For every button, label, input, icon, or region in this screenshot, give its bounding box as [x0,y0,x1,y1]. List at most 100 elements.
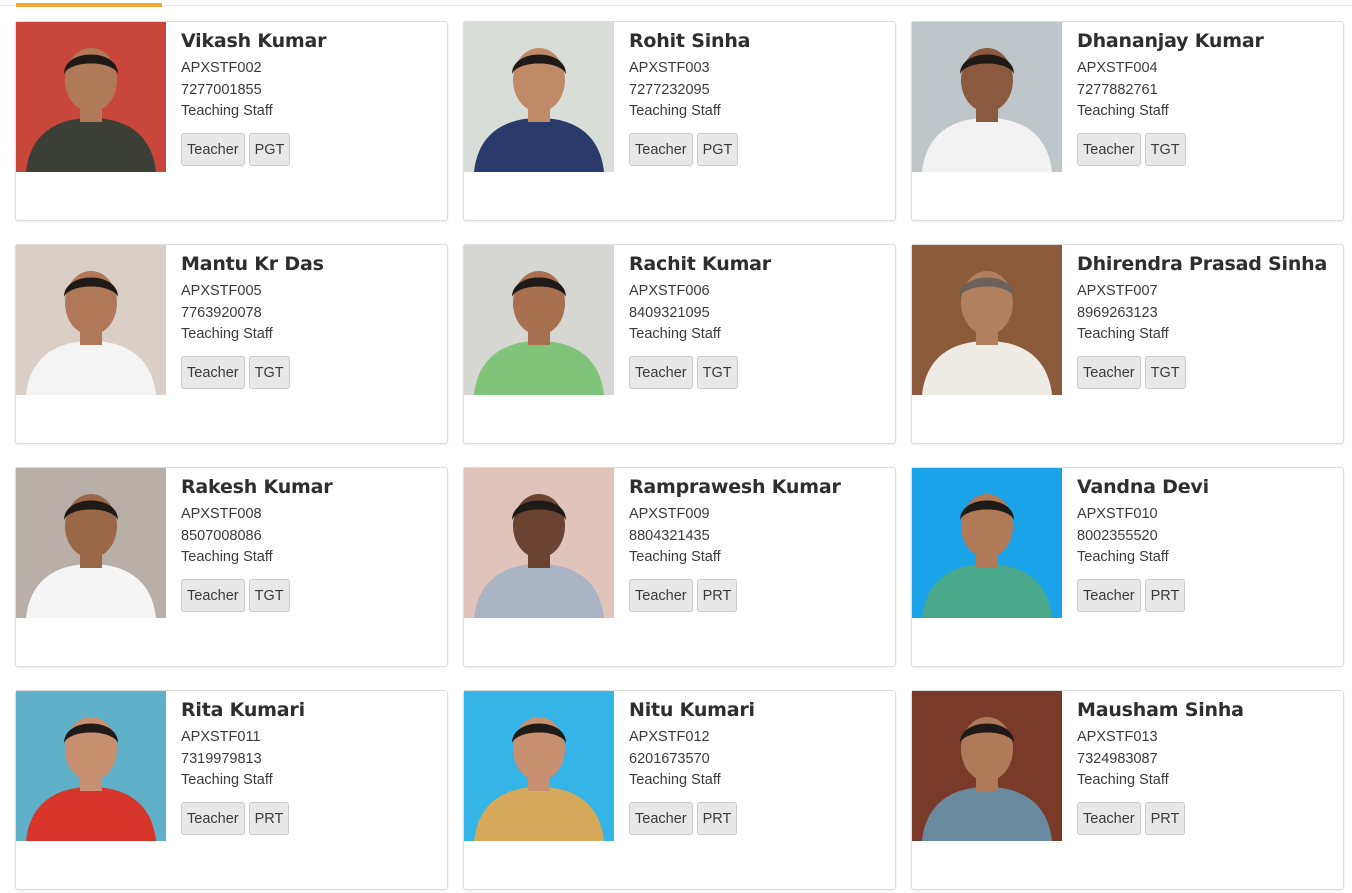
grade-badge: TGT [1144,132,1186,166]
staff-photo [464,691,614,841]
staff-phone: 7763920078 [181,304,262,321]
staff-id: APXSTF013 [1077,729,1158,745]
staff-info: Rohit Sinha APXSTF003 7277232095 Teachin… [629,28,887,166]
staff-info: Vandna Devi APXSTF010 8002355520 Teachin… [1077,474,1335,612]
staff-phone: 8507008086 [181,527,262,544]
staff-name[interactable]: Mantu Kr Das [181,251,439,277]
grade-badge: TGT [248,578,290,612]
staff-card[interactable]: Rita Kumari APXSTF011 7319979813 Teachin… [15,690,448,890]
staff-type: Teaching Staff [181,326,273,342]
staff-tags: Teacher TGT [181,578,439,612]
role-badge: Teacher [181,132,245,166]
staff-id: APXSTF005 [181,283,262,299]
staff-name[interactable]: Mausham Sinha [1077,697,1335,723]
staff-name[interactable]: Dhananjay Kumar [1077,28,1335,54]
staff-card[interactable]: Rachit Kumar APXSTF006 8409321095 Teachi… [463,244,896,444]
role-badge: Teacher [629,801,693,835]
staff-name[interactable]: Rakesh Kumar [181,474,439,500]
portrait-image [16,691,166,841]
role-badge: Teacher [1077,801,1141,835]
grade-badge: PRT [1144,578,1186,612]
role-badge: Teacher [629,132,693,166]
staff-info: Rakesh Kumar APXSTF008 8507008086 Teachi… [181,474,439,612]
staff-id: APXSTF007 [1077,283,1158,299]
staff-type: Teaching Staff [629,772,721,788]
staff-photo [464,22,614,172]
staff-type: Teaching Staff [181,549,273,565]
role-badge: Teacher [629,578,693,612]
staff-tags: Teacher PGT [181,132,439,166]
staff-tags: Teacher TGT [1077,355,1335,389]
staff-info: Dhananjay Kumar APXSTF004 7277882761 Tea… [1077,28,1335,166]
grade-badge: TGT [1144,355,1186,389]
staff-name[interactable]: Rohit Sinha [629,28,887,54]
staff-photo [912,22,1062,172]
staff-phone: 7277882761 [1077,81,1158,98]
staff-card[interactable]: Vikash Kumar APXSTF002 7277001855 Teachi… [15,21,448,221]
staff-type: Teaching Staff [181,103,273,119]
role-badge: Teacher [1077,132,1141,166]
staff-info: Dhirendra Prasad Sinha APXSTF007 8969263… [1077,251,1335,389]
staff-phone: 8409321095 [629,304,710,321]
staff-card[interactable]: Ramprawesh Kumar APXSTF009 8804321435 Te… [463,467,896,667]
active-tab-indicator [16,3,162,7]
staff-photo [464,468,614,618]
staff-id: APXSTF008 [181,506,262,522]
staff-tags: Teacher PRT [629,801,887,835]
staff-phone: 7319979813 [181,750,262,767]
staff-phone: 7324983087 [1077,750,1158,767]
grade-badge: PRT [248,801,290,835]
staff-photo [464,245,614,395]
staff-id: APXSTF002 [181,60,262,76]
staff-id: APXSTF004 [1077,60,1158,76]
staff-card[interactable]: Mantu Kr Das APXSTF005 7763920078 Teachi… [15,244,448,444]
staff-type: Teaching Staff [1077,326,1169,342]
staff-name[interactable]: Vikash Kumar [181,28,439,54]
staff-phone: 8804321435 [629,527,710,544]
grade-badge: PGT [696,132,739,166]
staff-card[interactable]: Nitu Kumari APXSTF012 6201673570 Teachin… [463,690,896,890]
role-badge: Teacher [1077,355,1141,389]
portrait-image [912,691,1062,841]
staff-tags: Teacher PRT [1077,578,1335,612]
staff-id: APXSTF012 [629,729,710,745]
staff-card[interactable]: Vandna Devi APXSTF010 8002355520 Teachin… [911,467,1344,667]
staff-info: Mantu Kr Das APXSTF005 7763920078 Teachi… [181,251,439,389]
staff-id: APXSTF003 [629,60,710,76]
role-badge: Teacher [181,355,245,389]
portrait-image [16,468,166,618]
portrait-image [464,691,614,841]
staff-id: APXSTF009 [629,506,710,522]
staff-card[interactable]: Rohit Sinha APXSTF003 7277232095 Teachin… [463,21,896,221]
staff-name[interactable]: Ramprawesh Kumar [629,474,887,500]
staff-phone: 7277232095 [629,81,710,98]
grade-badge: PRT [696,801,738,835]
staff-tags: Teacher PRT [181,801,439,835]
staff-name[interactable]: Rachit Kumar [629,251,887,277]
grade-badge: PGT [248,132,291,166]
portrait-image [464,22,614,172]
staff-card[interactable]: Dhananjay Kumar APXSTF004 7277882761 Tea… [911,21,1344,221]
staff-photo [16,22,166,172]
staff-tags: Teacher TGT [629,355,887,389]
top-divider [0,5,1352,6]
role-badge: Teacher [629,355,693,389]
staff-card[interactable]: Rakesh Kumar APXSTF008 8507008086 Teachi… [15,467,448,667]
staff-name[interactable]: Dhirendra Prasad Sinha [1077,251,1335,277]
staff-grid: Vikash Kumar APXSTF002 7277001855 Teachi… [15,21,1344,890]
staff-card[interactable]: Mausham Sinha APXSTF013 7324983087 Teach… [911,690,1344,890]
staff-photo [16,245,166,395]
portrait-image [16,22,166,172]
staff-photo [16,468,166,618]
staff-photo [912,245,1062,395]
staff-name[interactable]: Vandna Devi [1077,474,1335,500]
portrait-image [464,245,614,395]
staff-card[interactable]: Dhirendra Prasad Sinha APXSTF007 8969263… [911,244,1344,444]
staff-name[interactable]: Nitu Kumari [629,697,887,723]
staff-phone: 8969263123 [1077,304,1158,321]
staff-photo [912,691,1062,841]
staff-phone: 6201673570 [629,750,710,767]
staff-name[interactable]: Rita Kumari [181,697,439,723]
staff-info: Mausham Sinha APXSTF013 7324983087 Teach… [1077,697,1335,835]
staff-type: Teaching Staff [629,103,721,119]
